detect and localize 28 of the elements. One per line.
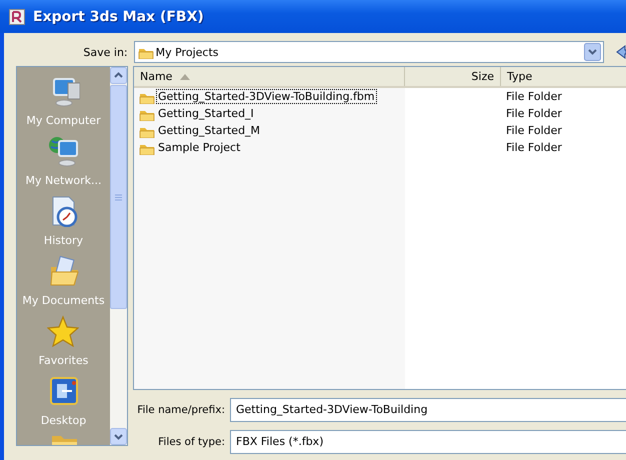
file-name-label: File name/prefix: — [136, 404, 225, 416]
scroll-down-icon — [110, 428, 127, 445]
file-name-field[interactable]: Getting_Started-3DView-ToBuilding — [230, 398, 626, 422]
scroll-up-icon — [110, 67, 127, 84]
sort-ascending-icon — [180, 74, 190, 80]
column-header[interactable]: Name — [134, 67, 405, 86]
grip-icon — [115, 194, 122, 200]
file-type-label: Files of type: — [157, 436, 225, 448]
desktop-icon — [48, 375, 80, 407]
network-computer-icon — [47, 135, 80, 167]
scroll-thumb[interactable] — [110, 85, 127, 309]
back-arrow-icon — [614, 43, 626, 61]
scrollbar[interactable] — [110, 67, 127, 445]
save-in-label: Save in: — [82, 46, 128, 58]
file-type-dropdown[interactable]: FBX Files (*.fbx) — [230, 430, 626, 454]
save-in-dropdown[interactable]: My Projects — [134, 41, 604, 63]
save-in-value: My Projects — [156, 46, 220, 58]
column-header[interactable]: Size — [405, 67, 501, 86]
window-title: Export 3ds Max (FBX) — [33, 8, 204, 24]
folder-document-icon — [48, 255, 80, 287]
star-icon — [47, 315, 80, 347]
file-type: File Folder — [505, 123, 563, 139]
file-type: File Folder — [505, 140, 563, 156]
file-type: File Folder — [505, 106, 563, 122]
file-type: File Folder — [505, 89, 563, 105]
file-name[interactable]: Getting_Started-3DView-ToBuilding.fbm — [156, 89, 377, 104]
column-header[interactable]: Type — [501, 67, 626, 86]
app-icon — [9, 8, 25, 24]
